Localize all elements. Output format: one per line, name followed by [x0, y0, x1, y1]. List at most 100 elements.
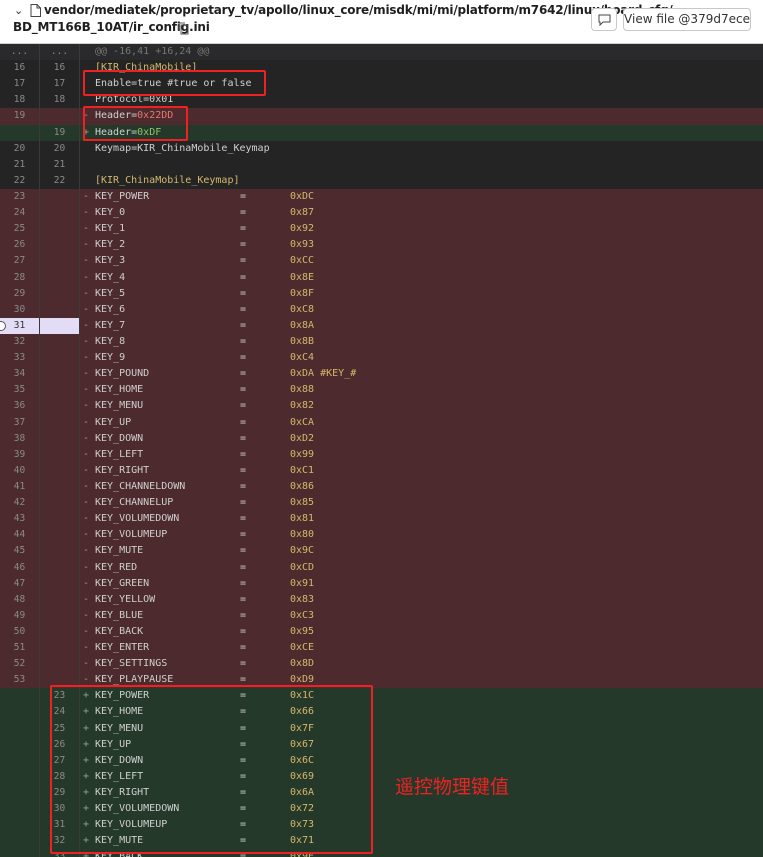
new-line-number[interactable] [40, 108, 80, 125]
new-line-number[interactable] [40, 623, 80, 641]
new-line-number[interactable] [40, 414, 80, 431]
old-line-number[interactable]: 24 [0, 205, 40, 222]
old-line-number[interactable]: 29 [0, 285, 40, 302]
old-line-number[interactable]: 45 [0, 543, 40, 560]
new-line-number[interactable] [40, 382, 80, 399]
old-line-number[interactable]: 25 [0, 221, 40, 238]
old-line-number[interactable]: 21 [0, 156, 40, 173]
new-line-number[interactable] [40, 446, 80, 463]
new-line-number[interactable] [40, 317, 80, 334]
old-line-number[interactable]: 37 [0, 414, 40, 431]
file-path[interactable]: vendor/mediatek/proprietary_tv/apollo/li… [44, 3, 673, 17]
new-line-number[interactable]: 22 [40, 172, 80, 189]
old-line-number[interactable] [0, 720, 40, 737]
new-line-number[interactable] [40, 543, 80, 560]
view-file-button[interactable]: View file @379d7ece [623, 8, 751, 31]
new-line-number[interactable] [40, 253, 80, 270]
new-line-number[interactable] [40, 511, 80, 528]
old-line-number[interactable]: 51 [0, 640, 40, 657]
new-line-number[interactable] [40, 495, 80, 512]
keymap-value: 0xCC [290, 255, 315, 267]
old-line-number[interactable]: 47 [0, 575, 40, 592]
new-line-number[interactable] [40, 640, 80, 657]
old-line-number[interactable]: 53 [0, 672, 40, 689]
old-line-number[interactable]: 27 [0, 253, 40, 270]
old-line-number[interactable] [0, 736, 40, 753]
old-line-number[interactable]: 44 [0, 527, 40, 544]
old-line-number[interactable] [0, 801, 40, 818]
old-line-number[interactable] [0, 688, 40, 705]
old-line-number[interactable]: 33 [0, 350, 40, 367]
old-line-number[interactable]: 31 [0, 317, 40, 334]
new-line-number[interactable] [40, 269, 80, 286]
new-line-number[interactable] [40, 237, 80, 254]
old-line-number[interactable]: 46 [0, 559, 40, 576]
old-line-number[interactable]: 18 [0, 92, 40, 109]
new-line-number[interactable] [40, 478, 80, 496]
old-line-number[interactable]: 23 [0, 188, 40, 206]
new-line-number[interactable] [40, 333, 80, 351]
copy-icon[interactable] [178, 22, 189, 35]
new-line-number[interactable] [40, 398, 80, 415]
old-line-number[interactable]: 20 [0, 140, 40, 157]
old-line-number[interactable] [0, 752, 40, 769]
new-line-number[interactable] [40, 430, 80, 447]
new-line-number[interactable] [40, 527, 80, 544]
new-line-number[interactable]: 19 [40, 124, 80, 141]
new-line-number[interactable] [40, 462, 80, 479]
new-line-number[interactable] [40, 607, 80, 624]
new-line-number[interactable] [40, 301, 80, 318]
old-line-number[interactable]: 52 [0, 656, 40, 673]
new-line-number[interactable]: 20 [40, 140, 80, 157]
new-line-number[interactable] [40, 188, 80, 206]
keymap-value: 0x80 [290, 529, 315, 541]
old-line-number[interactable]: 30 [0, 301, 40, 318]
diff-sign: - [83, 368, 90, 380]
old-line-number[interactable]: 19 [0, 108, 40, 125]
new-line-number[interactable] [40, 350, 80, 367]
old-line-number[interactable]: 36 [0, 398, 40, 415]
old-line-number[interactable]: 50 [0, 623, 40, 641]
old-line-number[interactable]: 34 [0, 366, 40, 383]
old-line-number[interactable]: 22 [0, 172, 40, 189]
old-line-number[interactable]: 35 [0, 382, 40, 399]
file-icon [30, 4, 41, 17]
new-line-number[interactable] [40, 366, 80, 383]
new-line-number[interactable]: 16 [40, 60, 80, 77]
add-comment-icon[interactable] [0, 320, 6, 331]
old-line-number[interactable]: 48 [0, 591, 40, 608]
old-line-number[interactable] [0, 849, 40, 857]
new-line-number[interactable]: 17 [40, 76, 80, 93]
new-line-number[interactable] [40, 205, 80, 222]
old-line-number[interactable]: 49 [0, 607, 40, 624]
new-line-number[interactable]: 18 [40, 92, 80, 109]
new-line-number[interactable]: 21 [40, 156, 80, 173]
new-line-number[interactable]: ... [40, 44, 80, 61]
old-line-number[interactable]: 26 [0, 237, 40, 254]
old-line-number[interactable]: 32 [0, 333, 40, 351]
old-line-number[interactable] [0, 817, 40, 834]
old-line-number[interactable]: ... [0, 44, 40, 61]
old-line-number[interactable]: 38 [0, 430, 40, 447]
new-line-number[interactable] [40, 559, 80, 576]
comment-button[interactable] [591, 8, 617, 31]
old-line-number[interactable]: 43 [0, 511, 40, 528]
old-line-number[interactable]: 42 [0, 495, 40, 512]
new-line-number[interactable] [40, 656, 80, 673]
old-line-number[interactable] [0, 704, 40, 721]
old-line-number[interactable] [0, 785, 40, 802]
old-line-number[interactable]: 39 [0, 446, 40, 463]
old-line-number[interactable]: 41 [0, 478, 40, 496]
old-line-number[interactable]: 17 [0, 76, 40, 93]
new-line-number[interactable] [40, 575, 80, 592]
new-line-number[interactable] [40, 591, 80, 608]
old-line-number[interactable]: 16 [0, 60, 40, 77]
old-line-number[interactable] [0, 768, 40, 786]
old-line-number[interactable] [0, 124, 40, 141]
chevron-down-icon[interactable]: ⌄ [14, 4, 23, 17]
old-line-number[interactable] [0, 833, 40, 850]
new-line-number[interactable] [40, 221, 80, 238]
old-line-number[interactable]: 28 [0, 269, 40, 286]
old-line-number[interactable]: 40 [0, 462, 40, 479]
new-line-number[interactable] [40, 285, 80, 302]
